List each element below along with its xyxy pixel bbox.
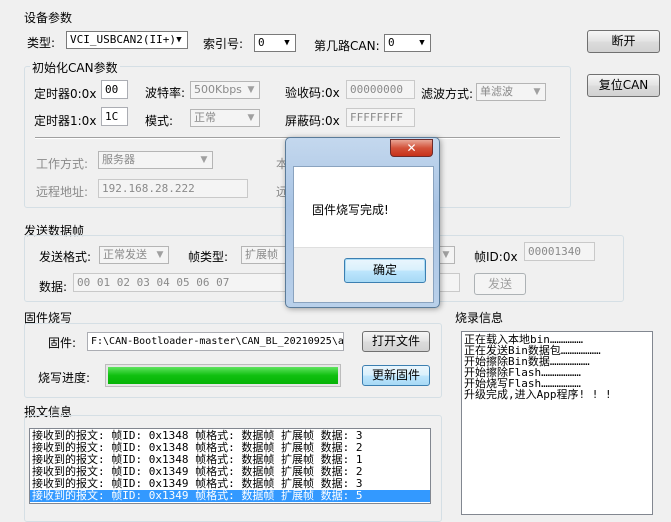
chevron-down-icon: ▼: [176, 35, 182, 45]
acc-code-label: 验收码:0x: [285, 86, 340, 100]
send-format-combo[interactable]: 正常发送 ▼: [99, 246, 169, 264]
burn-log-line: 升级完成,进入App程序! ! !: [464, 388, 612, 401]
send-format-label: 发送格式:: [39, 250, 92, 264]
mask-label: 屏蔽码:0x: [285, 114, 340, 128]
chevron-down-icon: ▼: [442, 250, 450, 260]
frame-type-combo-value: 扩展帧: [245, 248, 278, 261]
close-icon[interactable]: ✕: [390, 139, 433, 157]
firmware-file-label: 固件:: [48, 336, 77, 350]
burn-log-group-title: 烧录信息: [455, 311, 504, 325]
chevron-down-icon: ▼: [156, 250, 164, 260]
frame-type-combo[interactable]: 扩展帧: [241, 246, 286, 264]
completion-dialog: ✕ 固件烧写完成! 确定: [285, 137, 440, 308]
frame-format-combo-partial[interactable]: ▼: [438, 246, 455, 264]
dialog-message: 固件烧写完成!: [312, 203, 389, 217]
messages-list[interactable]: 接收到的报文: 帧ID: 0x1348 帧格式: 数据帧 扩展帧 数据: 3 接收…: [29, 428, 431, 504]
data-input[interactable]: 00 01 02 03 04 05 06 07: [73, 273, 286, 292]
timer1-label: 定时器1:0x: [34, 114, 97, 128]
firmware-path-input[interactable]: F:\CAN-Bootloader-master\CAN_BL_20210925…: [87, 332, 344, 351]
type-combo-value: VCI_USBCAN2(II+): [70, 33, 176, 46]
work-mode-combo-value: 服务器: [102, 153, 135, 166]
ok-button[interactable]: 确定: [344, 258, 426, 283]
data-label: 数据:: [39, 280, 68, 294]
chevron-down-icon: ▼: [200, 155, 208, 165]
work-mode-combo[interactable]: 服务器 ▼: [98, 151, 213, 169]
index-label: 索引号:: [203, 37, 244, 51]
dialog-body: 固件烧写完成! 确定: [293, 166, 434, 303]
remote-addr-label: 远程地址:: [36, 185, 89, 199]
mask-input[interactable]: FFFFFFFF: [346, 108, 415, 127]
channel-combo-value: 0: [388, 36, 395, 49]
frame-id-label: 帧ID:0x: [474, 250, 518, 264]
frame-type-label: 帧类型:: [188, 250, 229, 264]
init-group-title: 初始化CAN参数: [30, 59, 120, 76]
burn-log-list[interactable]: 正在载入本地bin…………… 正在发送Bin数据包……………… 开始擦除Bin数据……: [461, 331, 653, 515]
filter-combo-value: 单滤波: [480, 85, 513, 98]
baud-combo-value: 500Kbps: [194, 83, 242, 96]
timer1-input[interactable]: 1C: [101, 107, 128, 126]
progress-fill: [108, 367, 338, 384]
mode-combo-value: 正常: [194, 111, 216, 124]
disconnect-button[interactable]: 断开: [587, 30, 660, 53]
frame-id-input[interactable]: 00001340: [524, 242, 595, 261]
channel-label: 第几路CAN:: [314, 39, 380, 53]
update-firmware-button[interactable]: 更新固件: [362, 365, 430, 386]
reset-can-button[interactable]: 复位CAN: [587, 74, 660, 97]
channel-combo[interactable]: 0 ▼: [384, 34, 431, 52]
progress-label: 烧写进度:: [38, 371, 91, 385]
chevron-down-icon: ▼: [533, 87, 541, 97]
mode-combo[interactable]: 正常 ▼: [190, 109, 260, 127]
filter-label: 滤波方式:: [421, 87, 474, 101]
chevron-down-icon: ▼: [419, 38, 425, 48]
device-group-title: 设备参数: [24, 11, 73, 25]
timer0-input[interactable]: 00: [101, 80, 128, 99]
chevron-down-icon: ▼: [284, 38, 290, 48]
type-combo[interactable]: VCI_USBCAN2(II+) ▼: [66, 31, 188, 49]
type-label: 类型:: [27, 36, 56, 50]
mode-label: 模式:: [145, 114, 174, 128]
index-combo[interactable]: 0 ▼: [254, 34, 296, 52]
remote-addr-input[interactable]: 192.168.28.222: [98, 179, 248, 198]
send-button[interactable]: 发送: [474, 273, 526, 295]
firmware-progress-bar: [105, 364, 341, 387]
filter-combo[interactable]: 单滤波 ▼: [476, 83, 546, 101]
baud-label: 波特率:: [145, 86, 186, 100]
chevron-down-icon: ▼: [247, 113, 255, 123]
timer0-label: 定时器0:0x: [34, 87, 97, 101]
data-input-tail: [438, 273, 460, 292]
open-file-button[interactable]: 打开文件: [362, 331, 430, 352]
index-combo-value: 0: [258, 36, 265, 49]
send-format-combo-value: 正常发送: [103, 248, 147, 261]
acc-code-input[interactable]: 00000000: [346, 80, 415, 99]
chevron-down-icon: ▼: [247, 85, 255, 95]
message-row[interactable]: 接收到的报文: 帧ID: 0x1349 帧格式: 数据帧 扩展帧 数据: 5: [30, 490, 430, 502]
dialog-footer: 确定: [294, 247, 433, 302]
baud-combo[interactable]: 500Kbps ▼: [190, 81, 260, 99]
work-mode-label: 工作方式:: [36, 157, 89, 171]
